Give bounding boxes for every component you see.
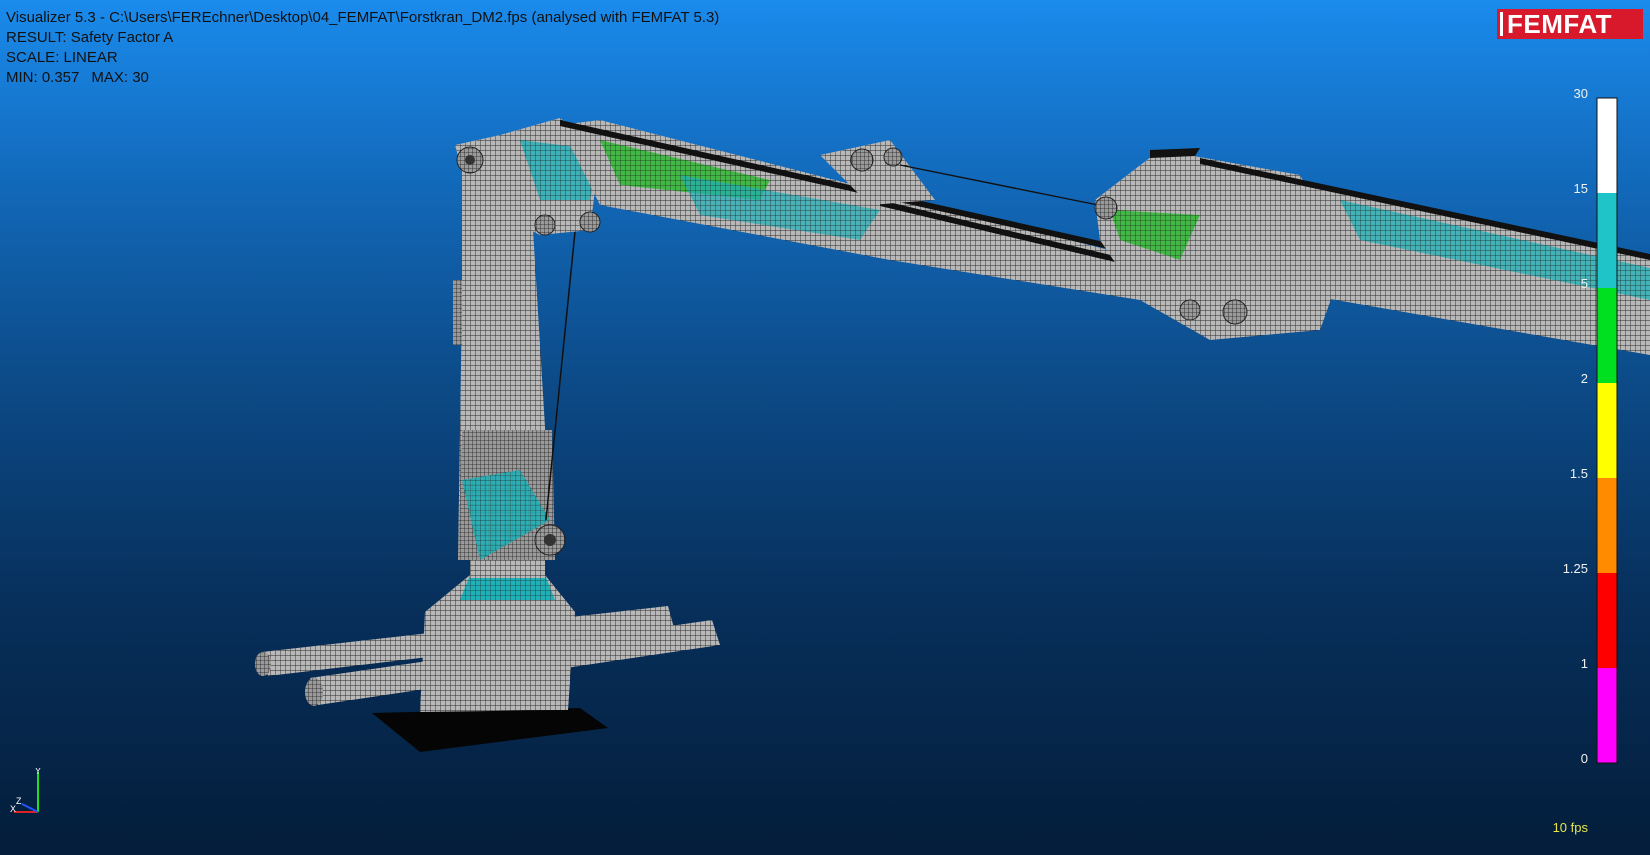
legend-seg-cyan <box>1597 193 1617 288</box>
axis-triad-icon: Y X Z <box>10 768 41 814</box>
base-plate <box>372 708 608 752</box>
legend-label-30: 30 <box>1573 86 1588 101</box>
column-lower-joint <box>534 524 566 556</box>
legend-label-1: 1 <box>1580 656 1588 671</box>
legend-label-1-5: 1.5 <box>1569 466 1588 481</box>
legend-seg-white <box>1597 98 1617 193</box>
legend-label-2: 2 <box>1580 371 1588 386</box>
hydraulic-rod-column <box>545 231 576 521</box>
legend-label-0: 0 <box>1580 751 1588 766</box>
crane-base <box>420 555 575 712</box>
triad-z-label: Z <box>16 796 22 806</box>
fps-counter: 10 fps <box>1552 820 1588 835</box>
legend-seg-green <box>1597 288 1617 383</box>
legend-seg-yellow <box>1597 383 1617 478</box>
legend-label-15: 15 <box>1573 181 1588 196</box>
3d-viewport[interactable] <box>0 0 1650 855</box>
legend-label-1-25: 1.25 <box>1562 561 1588 576</box>
legend-seg-magenta <box>1597 668 1617 763</box>
legend-label-5: 5 <box>1580 276 1588 291</box>
legend-seg-red <box>1597 573 1617 668</box>
legend-seg-orange <box>1597 478 1617 573</box>
main-boom <box>560 120 1140 300</box>
triad-y-label: Y <box>35 768 41 776</box>
color-legend <box>1596 97 1618 764</box>
